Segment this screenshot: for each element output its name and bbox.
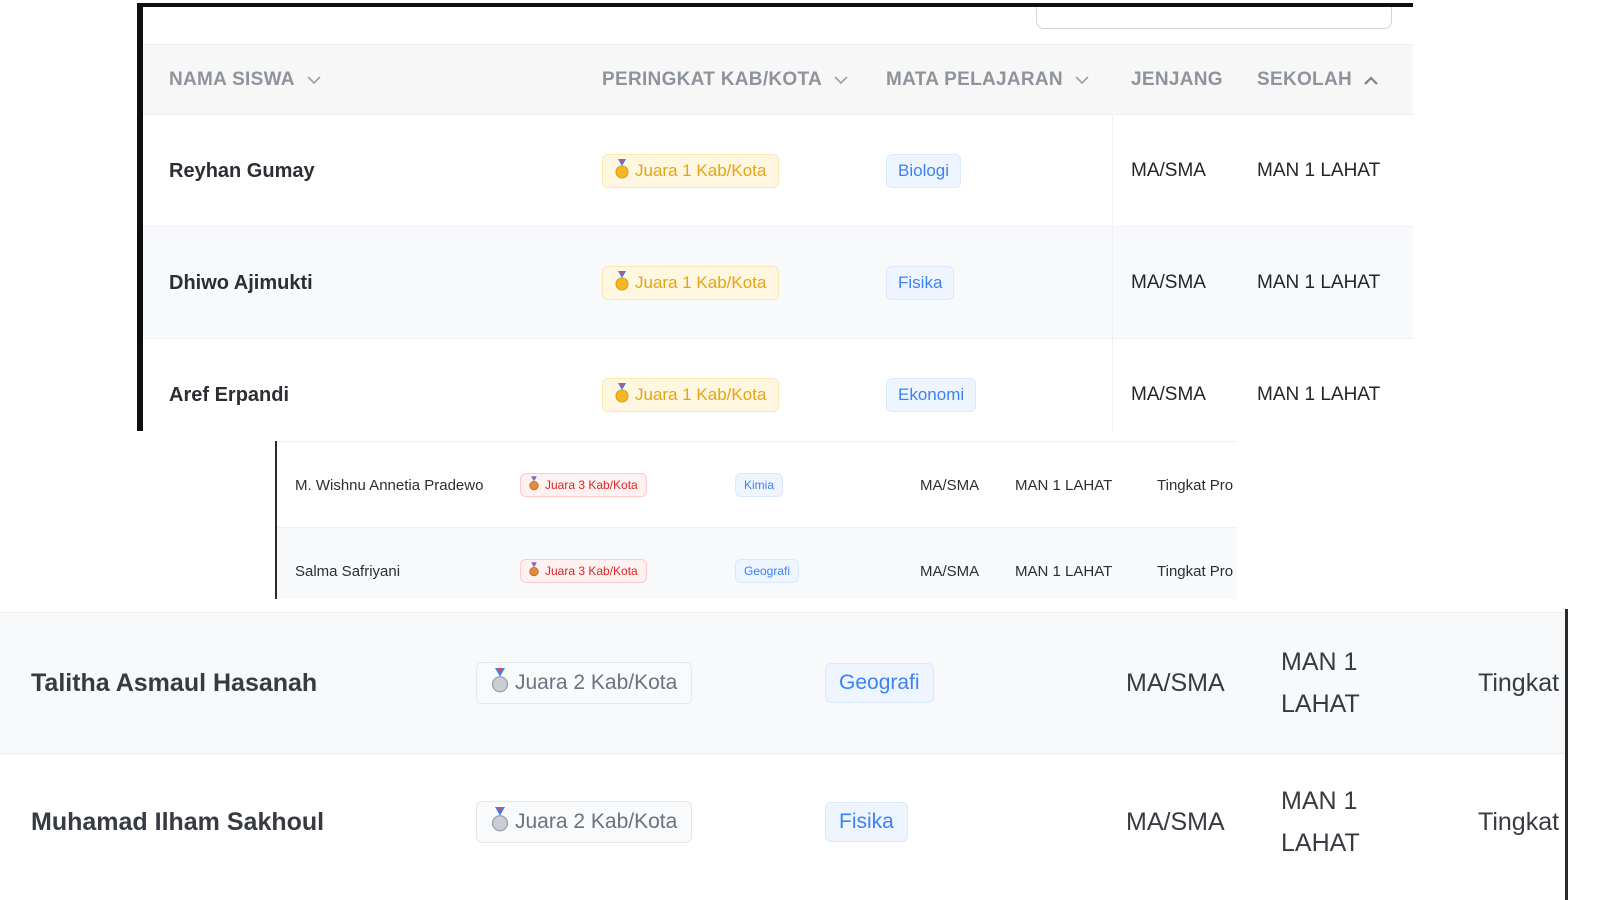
rank-label: Juara 2 Kab/Kota: [515, 810, 678, 833]
subject-badge: Kimia: [735, 473, 784, 497]
rank-badge: Juara 3 Kab/Kota: [520, 559, 647, 583]
table-row[interactable]: M. Wishnu Annetia Pradewo Juara 3 Kab/Ko…: [277, 441, 1237, 528]
competition-level-cell: Tingkat Pro: [1157, 562, 1234, 580]
rank-badge: Juara 2 Kab/Kota: [476, 801, 693, 843]
level-cell: MA/SMA: [920, 476, 980, 494]
student-name: Salma Safriyani: [295, 562, 401, 580]
competition-level-cell: Tingkat: [1478, 807, 1560, 836]
column-header-label: PERINGKAT KAB/KOTA: [602, 69, 823, 90]
student-name: M. Wishnu Annetia Pradewo: [295, 476, 484, 494]
column-header-sekolah[interactable]: SEKOLAH: [1257, 45, 1378, 115]
column-header-label: MATA PELAJARAN: [886, 69, 1063, 90]
student-name: Reyhan Gumay: [169, 159, 315, 182]
rank-label: Juara 1 Kab/Kota: [635, 161, 767, 180]
column-header-label: JENJANG: [1131, 69, 1223, 90]
competition-level-cell: Tingkat: [1478, 668, 1560, 697]
column-header-peringkat[interactable]: PERINGKAT KAB/KOTA: [602, 45, 848, 115]
rank-badge: Juara 1 Kab/Kota: [602, 154, 780, 188]
level-cell: MA/SMA: [1126, 668, 1225, 697]
column-header-jenjang: JENJANG: [1131, 45, 1223, 115]
column-header-label: NAMA SISWA: [169, 69, 295, 90]
school-cell: MAN 1 LAHAT: [1281, 648, 1360, 718]
chevron-up-icon[interactable]: [1364, 75, 1378, 85]
column-header-mata-pelajaran[interactable]: MATA PELAJARAN: [886, 45, 1089, 115]
rank-label: Juara 3 Kab/Kota: [545, 478, 638, 492]
rank-badge: Juara 3 Kab/Kota: [520, 473, 647, 497]
chevron-down-icon[interactable]: [1075, 75, 1089, 85]
column-header-nama-siswa[interactable]: NAMA SISWA: [169, 45, 321, 115]
table-header: NAMA SISWA PERINGKAT KAB/KOTA MATA PELAJ…: [143, 44, 1413, 115]
school-cell: MAN 1 LAHAT: [1015, 476, 1113, 494]
student-name: Aref Erpandi: [169, 383, 290, 406]
chevron-down-icon[interactable]: [834, 75, 848, 85]
silver-medal-icon: [491, 806, 509, 838]
school-cell: MAN 1 LAHAT: [1257, 160, 1381, 181]
silver-medal-icon: [491, 667, 509, 699]
middle-table-panel: M. Wishnu Annetia Pradewo Juara 3 Kab/Ko…: [275, 441, 1237, 599]
chevron-down-icon[interactable]: [307, 75, 321, 85]
school-cell: MAN 1 LAHAT: [1257, 272, 1381, 293]
school-cell: MAN 1 LAHAT: [1281, 787, 1360, 857]
rank-label: Juara 1 Kab/Kota: [635, 273, 767, 292]
level-cell: MA/SMA: [1126, 807, 1225, 836]
top-table-panel: NAMA SISWA PERINGKAT KAB/KOTA MATA PELAJ…: [137, 3, 1413, 431]
search-input[interactable]: [1036, 7, 1392, 29]
school-cell: MAN 1 LAHAT: [1015, 562, 1113, 580]
table-row[interactable]: Aref Erpandi Juara 1 Kab/Kota Ekonomi MA…: [143, 338, 1413, 431]
rank-label: Juara 3 Kab/Kota: [545, 564, 638, 578]
subject-badge: Geografi: [825, 663, 934, 703]
table-row[interactable]: Dhiwo Ajimukti Juara 1 Kab/Kota Fisika M…: [143, 226, 1413, 339]
level-cell: MA/SMA: [1131, 160, 1206, 181]
subject-badge: Fisika: [886, 266, 955, 300]
rank-label: Juara 1 Kab/Kota: [635, 385, 767, 404]
gold-medal-icon: [615, 382, 629, 408]
student-name: Dhiwo Ajimukti: [169, 271, 313, 294]
level-cell: MA/SMA: [1131, 272, 1206, 293]
table-row[interactable]: Talitha Asmaul Hasanah Juara 2 Kab/Kota …: [0, 612, 1565, 754]
subject-badge: Biologi: [886, 154, 962, 188]
column-header-label: SEKOLAH: [1257, 69, 1352, 90]
bronze-medal-icon: [529, 562, 539, 580]
gold-medal-icon: [615, 270, 629, 296]
competition-level-cell: Tingkat Pro: [1157, 476, 1234, 494]
bottom-table-panel: Talitha Asmaul Hasanah Juara 2 Kab/Kota …: [0, 609, 1600, 900]
subject-badge: Ekonomi: [886, 378, 977, 412]
subject-badge: Fisika: [825, 802, 908, 842]
bronze-medal-icon: [529, 476, 539, 494]
table-row[interactable]: Muhamad Ilham Sakhoul Juara 2 Kab/Kota F…: [0, 752, 1565, 892]
table-row[interactable]: Salma Safriyani Juara 3 Kab/Kota Geograf…: [277, 527, 1237, 599]
student-name: Muhamad Ilham Sakhoul: [31, 807, 325, 836]
gold-medal-icon: [615, 158, 629, 184]
level-cell: MA/SMA: [1131, 384, 1206, 405]
rank-badge: Juara 1 Kab/Kota: [602, 266, 780, 300]
rank-label: Juara 2 Kab/Kota: [515, 671, 678, 694]
level-cell: MA/SMA: [920, 562, 980, 580]
rank-badge: Juara 2 Kab/Kota: [476, 662, 693, 704]
rank-badge: Juara 1 Kab/Kota: [602, 378, 780, 412]
table-row[interactable]: Reyhan Gumay Juara 1 Kab/Kota Biologi MA…: [143, 114, 1413, 227]
school-cell: MAN 1 LAHAT: [1257, 384, 1381, 405]
subject-badge: Geografi: [735, 559, 800, 583]
student-name: Talitha Asmaul Hasanah: [31, 668, 318, 697]
